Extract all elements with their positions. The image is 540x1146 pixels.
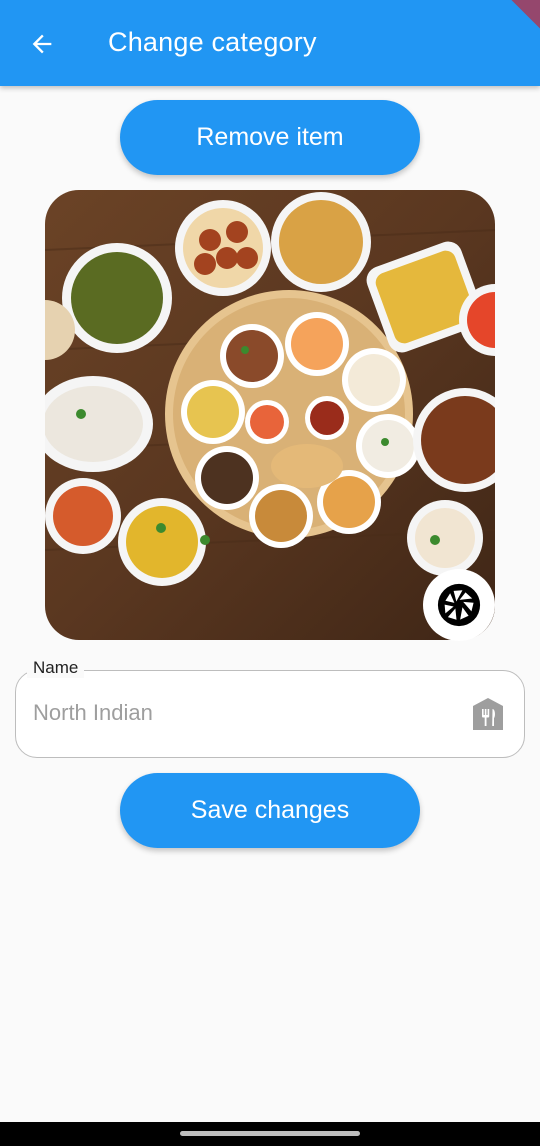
change-photo-button[interactable] [423, 569, 495, 641]
remove-item-button[interactable]: Remove item [120, 100, 420, 175]
category-photo[interactable] [45, 190, 495, 640]
app-bar: Change category [0, 0, 540, 86]
debug-banner [493, 0, 540, 40]
camera-shutter-icon [437, 583, 481, 627]
back-button[interactable] [22, 24, 62, 64]
home-indicator[interactable] [180, 1131, 360, 1136]
arrow-back-icon [32, 34, 52, 54]
save-changes-button[interactable]: Save changes [120, 773, 420, 848]
name-input[interactable] [33, 695, 453, 731]
page-title: Change category [108, 27, 317, 57]
name-field[interactable] [15, 670, 525, 758]
name-field-label: Name [27, 658, 85, 678]
food-thali-image [45, 190, 495, 640]
restaurant-icon [473, 698, 503, 730]
